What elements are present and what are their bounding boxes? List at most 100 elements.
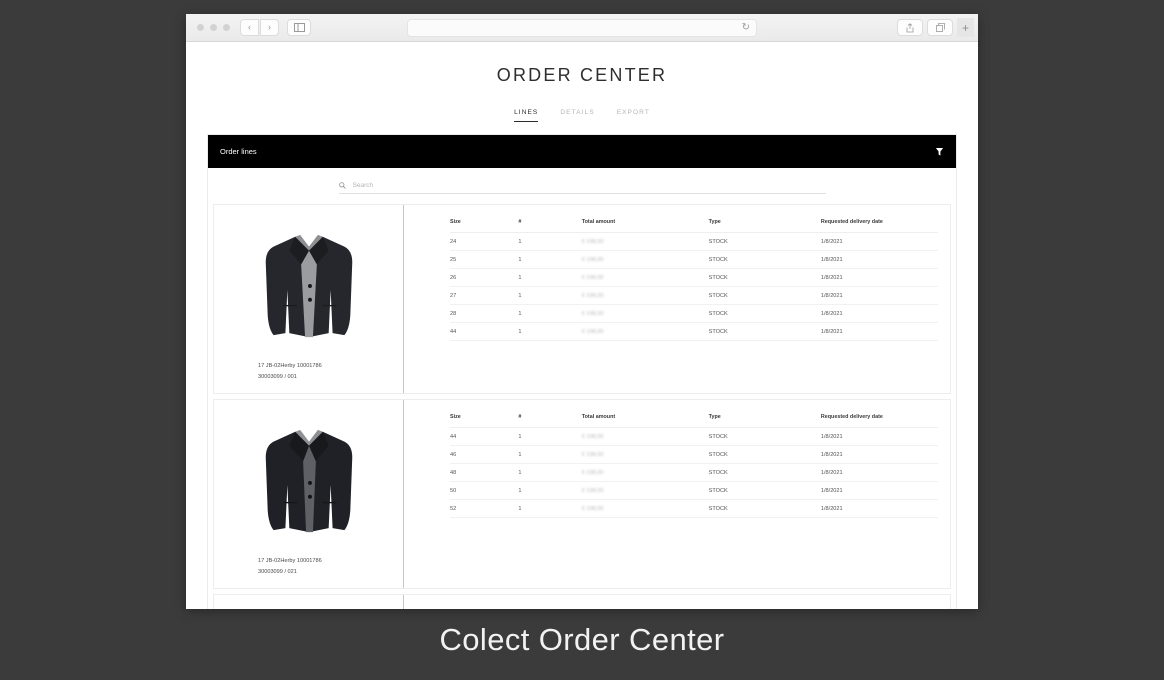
cell-size: 44 bbox=[450, 427, 519, 446]
cell-type: STOCK bbox=[708, 286, 821, 305]
browser-toolbar: ‹ › ↻ + bbox=[186, 14, 978, 42]
search-field[interactable]: Search bbox=[338, 182, 826, 194]
column-size: Size bbox=[450, 219, 519, 233]
order-line-card[interactable]: 17 JB-02Herby 10001786 30003099 / 021 Si… bbox=[213, 399, 951, 589]
traffic-lights bbox=[197, 24, 230, 31]
cell-date: 1/8/2021 bbox=[820, 445, 938, 464]
cell-size: 28 bbox=[450, 304, 519, 323]
cell-date: 1/8/2021 bbox=[820, 322, 938, 341]
cell-total-amount: € 198,00 bbox=[581, 445, 709, 464]
order-line-table-wrap: Size # Total amount Type Requested deliv… bbox=[404, 400, 950, 588]
cell-date: 1/8/2021 bbox=[820, 286, 938, 305]
column-requested-delivery-date: Requested delivery date bbox=[820, 219, 938, 233]
cell-type: STOCK bbox=[708, 304, 821, 323]
cell-type: STOCK bbox=[708, 499, 821, 518]
table-row[interactable]: 44 1 € 198,00 STOCK 1/8/2021 bbox=[450, 322, 938, 341]
cell-total-amount: € 198,00 bbox=[581, 268, 709, 287]
order-line-table: Size # Total amount Type Requested deliv… bbox=[450, 414, 938, 518]
back-button[interactable]: ‹ bbox=[240, 19, 259, 36]
zoom-window-button[interactable] bbox=[223, 24, 230, 31]
tab-details[interactable]: DETAILS bbox=[560, 109, 594, 122]
panel-title: Order lines bbox=[220, 147, 257, 156]
cell-quantity: 1 bbox=[518, 445, 582, 464]
tab-export[interactable]: EXPORT bbox=[617, 109, 650, 122]
tabs-icon bbox=[935, 23, 945, 32]
order-lines-list: 17 JB-02Herby 10001786 30003099 / 001 Si… bbox=[208, 204, 956, 609]
table-row[interactable]: 48 1 € 198,00 STOCK 1/8/2021 bbox=[450, 463, 938, 482]
sidebar-icon bbox=[293, 23, 305, 32]
cell-total-amount: € 198,00 bbox=[581, 232, 709, 251]
toolbar-right-actions: + bbox=[897, 18, 974, 37]
cell-quantity: 1 bbox=[518, 250, 582, 269]
cell-quantity: 1 bbox=[518, 499, 582, 518]
order-line-card[interactable]: Size # Total amount Type Requested deliv… bbox=[213, 594, 951, 609]
cell-type: STOCK bbox=[708, 268, 821, 287]
column-total-amount: Total amount bbox=[581, 414, 709, 428]
order-line-card[interactable]: 17 JB-02Herby 10001786 30003099 / 001 Si… bbox=[213, 204, 951, 394]
search-placeholder: Search bbox=[352, 182, 374, 189]
column-type: Type bbox=[708, 219, 821, 233]
page-content: ORDER CENTER LINES DETAILS EXPORT Order … bbox=[186, 42, 978, 609]
table-row[interactable]: 46 1 € 198,00 STOCK 1/8/2021 bbox=[450, 445, 938, 464]
product-media: 17 JB-02Herby 10001786 30003099 / 021 bbox=[214, 400, 404, 588]
filter-icon[interactable] bbox=[935, 147, 944, 157]
cell-quantity: 1 bbox=[518, 286, 582, 305]
cell-type: STOCK bbox=[708, 445, 821, 464]
table-row[interactable]: 50 1 € 198,00 STOCK 1/8/2021 bbox=[450, 481, 938, 500]
sidebar-toggle-button[interactable] bbox=[287, 19, 311, 36]
cell-total-amount: € 198,00 bbox=[581, 286, 709, 305]
suit-jacket-photo bbox=[249, 416, 368, 542]
cell-size: 44 bbox=[450, 322, 519, 341]
cell-type: STOCK bbox=[708, 481, 821, 500]
cell-size: 46 bbox=[450, 445, 519, 464]
column-total-amount: Total amount bbox=[581, 219, 709, 233]
cell-quantity: 1 bbox=[518, 268, 582, 287]
table-row[interactable]: 24 1 € 198,00 STOCK 1/8/2021 bbox=[450, 232, 938, 251]
close-window-button[interactable] bbox=[197, 24, 204, 31]
cell-total-amount: € 198,00 bbox=[581, 250, 709, 269]
product-meta: 17 JB-02Herby 10001786 30003099 / 021 bbox=[258, 556, 322, 577]
url-bar[interactable]: ↻ bbox=[407, 18, 757, 37]
cell-size: 25 bbox=[450, 250, 519, 269]
product-code: 17 JB-02Herby 10001786 bbox=[258, 558, 322, 564]
cell-type: STOCK bbox=[708, 427, 821, 446]
cell-quantity: 1 bbox=[518, 481, 582, 500]
cell-size: 48 bbox=[450, 463, 519, 482]
product-variant: 30003099 / 001 bbox=[258, 373, 297, 380]
cell-quantity: 1 bbox=[518, 427, 582, 446]
order-line-table: Size # Total amount Type Requested deliv… bbox=[450, 219, 938, 341]
cell-total-amount: € 198,00 bbox=[581, 463, 709, 482]
column-quantity: # bbox=[518, 414, 582, 428]
new-tab-button[interactable]: + bbox=[957, 18, 974, 37]
table-row[interactable]: 27 1 € 198,00 STOCK 1/8/2021 bbox=[450, 286, 938, 305]
cell-date: 1/8/2021 bbox=[820, 499, 938, 518]
caption-text: Colect Order Center bbox=[439, 622, 725, 657]
minimize-window-button[interactable] bbox=[210, 24, 217, 31]
cell-date: 1/8/2021 bbox=[820, 427, 938, 446]
cell-size: 24 bbox=[450, 232, 519, 251]
table-row[interactable]: 44 1 € 198,00 STOCK 1/8/2021 bbox=[450, 427, 938, 446]
cell-total-amount: € 198,00 bbox=[581, 481, 709, 500]
tab-lines[interactable]: LINES bbox=[514, 109, 539, 122]
cell-date: 1/8/2021 bbox=[820, 481, 938, 500]
product-variant: 30003099 / 021 bbox=[258, 568, 297, 575]
cell-type: STOCK bbox=[708, 232, 821, 251]
show-tabs-button[interactable] bbox=[927, 19, 953, 36]
cell-quantity: 1 bbox=[518, 322, 582, 341]
table-row[interactable]: 28 1 € 198,00 STOCK 1/8/2021 bbox=[450, 304, 938, 323]
product-media: 17 JB-02Herby 10001786 30003099 / 001 bbox=[214, 205, 404, 393]
cell-size: 52 bbox=[450, 499, 519, 518]
cell-size: 50 bbox=[450, 481, 519, 500]
product-media bbox=[214, 595, 404, 609]
column-quantity: # bbox=[518, 219, 582, 233]
product-meta: 17 JB-02Herby 10001786 30003099 / 001 bbox=[258, 361, 322, 382]
share-button[interactable] bbox=[897, 19, 923, 36]
panel-header: Order lines bbox=[208, 135, 956, 168]
cell-quantity: 1 bbox=[518, 304, 582, 323]
reload-icon[interactable]: ↻ bbox=[742, 22, 750, 33]
suit-jacket-photo bbox=[249, 221, 368, 347]
table-row[interactable]: 25 1 € 198,00 STOCK 1/8/2021 bbox=[450, 250, 938, 269]
forward-button[interactable]: › bbox=[260, 19, 279, 36]
table-row[interactable]: 52 1 € 198,00 STOCK 1/8/2021 bbox=[450, 499, 938, 518]
table-row[interactable]: 26 1 € 198,00 STOCK 1/8/2021 bbox=[450, 268, 938, 287]
